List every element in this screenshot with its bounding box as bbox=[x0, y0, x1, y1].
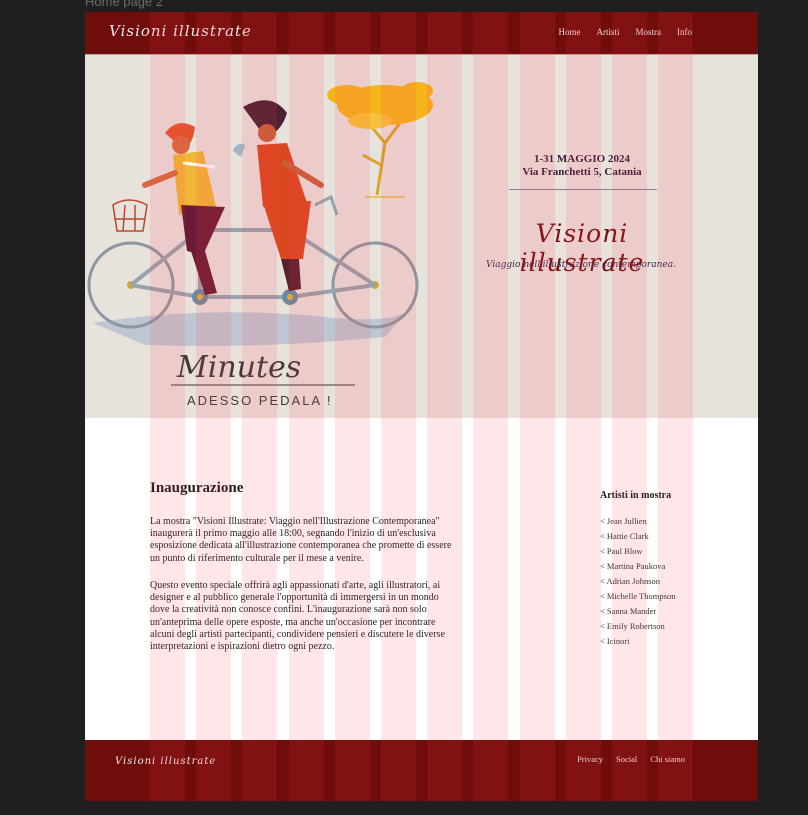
rider-front bbox=[142, 123, 225, 295]
footer-link-privacy[interactable]: Privacy bbox=[577, 754, 603, 764]
hero-subtitle: Viaggio nell'illustrazione contemporanea… bbox=[486, 260, 676, 270]
artists-list: < Jean Jullien < Hattie Clark < Paul Blo… bbox=[600, 514, 675, 649]
rider-rear bbox=[233, 100, 324, 291]
bike-frame bbox=[129, 194, 377, 299]
nav-info[interactable]: Info bbox=[677, 27, 692, 37]
artist-link-michelle-thompson[interactable]: < Michelle Thompson bbox=[600, 589, 675, 604]
artist-link-sanna-mander[interactable]: < Sanna Mander bbox=[600, 604, 675, 619]
artist-link-paul-blow[interactable]: < Paul Blow bbox=[600, 544, 675, 559]
artist-link-icinori[interactable]: < Icinori bbox=[600, 634, 675, 649]
footer-link-social[interactable]: Social bbox=[616, 754, 637, 764]
footer-link-chi-siamo[interactable]: Chi siamo bbox=[650, 754, 685, 764]
hero-section: Minutes ADESSO PEDALA ! 1-31 MAGGIO 2024… bbox=[85, 54, 758, 420]
event-date: 1-31 MAGGIO 2024 Via Franchetti 5, Catan… bbox=[505, 153, 659, 179]
page-frame: Visioni illustrate Home Artisti Mostra I… bbox=[85, 12, 758, 801]
main-nav: Home Artisti Mostra Info bbox=[558, 27, 692, 37]
header-logo[interactable]: Visioni illustrate bbox=[109, 22, 252, 40]
event-date-line1: 1-31 MAGGIO 2024 bbox=[534, 153, 630, 165]
hero-divider bbox=[509, 189, 657, 190]
event-paragraph: Questo evento speciale offrirà agli appa… bbox=[150, 580, 445, 653]
nav-artisti[interactable]: Artisti bbox=[596, 27, 619, 37]
illustration-tagline: ADESSO PEDALA ! bbox=[187, 393, 333, 408]
tandem-bike-illustration: Minutes ADESSO PEDALA ! bbox=[87, 82, 433, 408]
bike-shadow bbox=[93, 312, 405, 346]
footer-nav: Privacy Social Chi siamo bbox=[577, 754, 685, 764]
artist-link-emily-robertson[interactable]: < Emily Robertson bbox=[600, 619, 675, 634]
illustration-caption: Minutes bbox=[176, 350, 301, 385]
intro-paragraph: La mostra "Visioni Illustrate: Viaggio n… bbox=[150, 516, 452, 564]
artist-link-jean-jullien[interactable]: < Jean Jullien bbox=[600, 514, 675, 529]
main-content: Inaugurazione La mostra "Visioni Illustr… bbox=[85, 418, 758, 740]
basket-graphic bbox=[112, 199, 148, 232]
site-footer: Visioni illustrate Privacy Social Chi si… bbox=[85, 740, 758, 801]
nav-home[interactable]: Home bbox=[558, 27, 580, 37]
tree-graphic bbox=[327, 82, 433, 198]
site-header: Visioni illustrate Home Artisti Mostra I… bbox=[85, 12, 758, 54]
artist-link-hattie-clark[interactable]: < Hattie Clark bbox=[600, 529, 675, 544]
artist-link-martina-paukova[interactable]: < Martina Paukova bbox=[600, 559, 675, 574]
nav-mostra[interactable]: Mostra bbox=[636, 27, 662, 37]
artist-link-adrian-johnson[interactable]: < Adrian Johnson bbox=[600, 574, 675, 589]
section-heading: Inaugurazione bbox=[150, 480, 244, 496]
event-address: Via Franchetti 5, Catania bbox=[522, 166, 642, 178]
artists-heading: Artisti in mostra bbox=[600, 490, 672, 501]
frame-label[interactable]: Home page 2 bbox=[85, 0, 163, 9]
footer-logo[interactable]: Visioni illustrate bbox=[115, 756, 216, 767]
